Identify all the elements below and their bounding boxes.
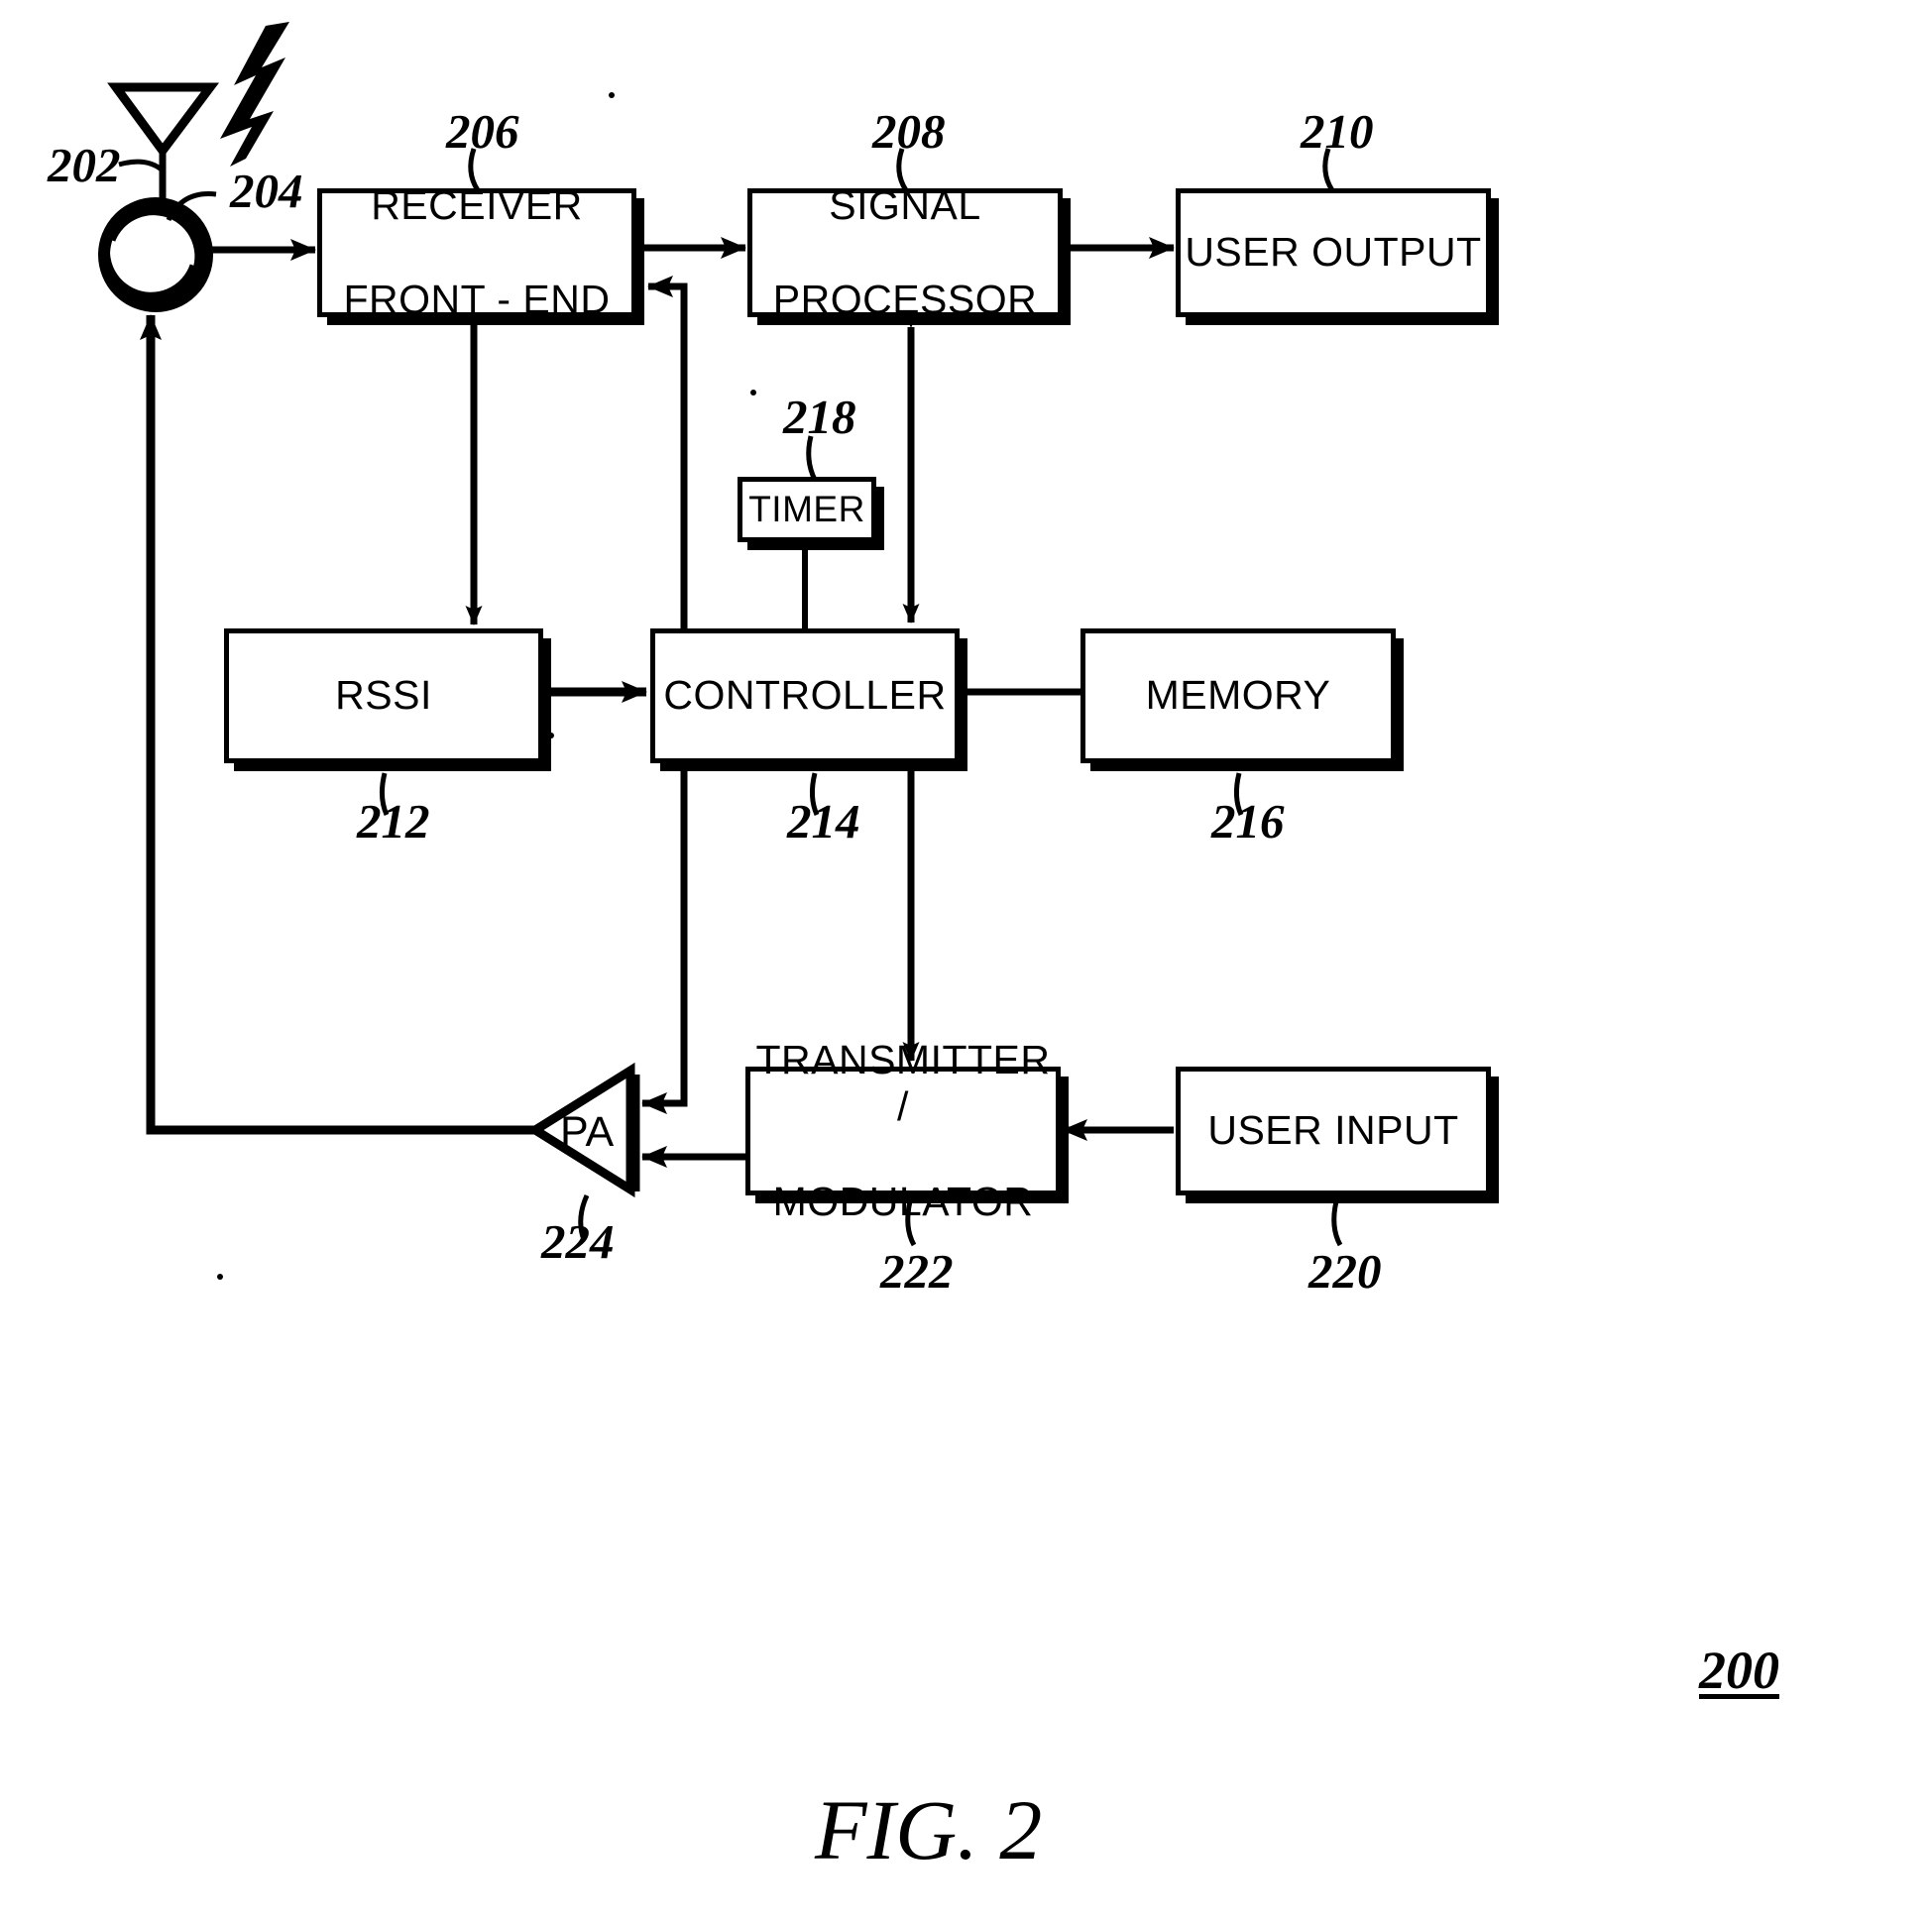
ref-204: 204 (230, 164, 303, 218)
useroutput-label: USER OUTPUT (1185, 229, 1482, 276)
memory-label: MEMORY (1145, 672, 1331, 719)
block-memory[interactable]: MEMORY (1080, 628, 1396, 763)
block-transmitter-modulator[interactable]: TRANSMITTER / MODULATOR (745, 1037, 1061, 1224)
sigproc-line1: SIGNAL (829, 181, 981, 228)
block-user-input[interactable]: USER INPUT (1176, 1067, 1491, 1195)
ref-208: 208 (872, 104, 946, 159)
receiver-line1: RECEIVER (371, 181, 583, 228)
block-user-output[interactable]: USER OUTPUT (1176, 188, 1491, 317)
ref-212: 212 (357, 794, 430, 849)
transmitter-line2: MODULATOR (772, 1178, 1034, 1224)
block-rssi[interactable]: RSSI (224, 628, 543, 763)
block-controller[interactable]: CONTROLLER (650, 628, 960, 763)
transmitter-line1: TRANSMITTER / (755, 1036, 1051, 1130)
sigproc-line2: PROCESSOR (772, 276, 1038, 322)
ref-224: 224 (541, 1214, 615, 1269)
figure-caption: FIG. 2 (815, 1782, 1043, 1877)
rssi-label: RSSI (335, 672, 432, 719)
conn-controller-pa (641, 765, 688, 1114)
userinput-label: USER INPUT (1207, 1107, 1459, 1154)
ref-214: 214 (787, 794, 860, 849)
ref-218: 218 (783, 390, 856, 444)
circulator-icon (98, 197, 213, 312)
timer-label: TIMER (748, 488, 865, 529)
block-receiver-front-end[interactable]: RECEIVER FRONT - END (317, 182, 636, 322)
ref-system-200: 200 (1699, 1641, 1779, 1700)
ref-222: 222 (880, 1244, 954, 1299)
ref-202: 202 (48, 138, 121, 192)
conn-controller-receiver (647, 276, 688, 634)
controller-label: CONTROLLER (663, 672, 947, 719)
block-timer[interactable]: TIMER (738, 477, 876, 542)
receiver-line2: FRONT - END (343, 276, 611, 322)
ref-216: 216 (1211, 794, 1285, 849)
pa-amplifier-label: PA (560, 1108, 615, 1156)
rf-lightning-icon (220, 22, 289, 167)
ref-206: 206 (446, 104, 519, 159)
patent-figure-sheet: RECEIVER FRONT - END SIGNAL PROCESSOR US… (0, 0, 1932, 1927)
ref-210: 210 (1301, 104, 1374, 159)
block-signal-processor[interactable]: SIGNAL PROCESSOR (747, 182, 1063, 322)
ref-220: 220 (1308, 1244, 1382, 1299)
